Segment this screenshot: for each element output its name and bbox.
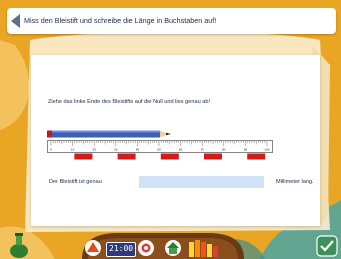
task-header: Miss den Bleistift und schreibe die Läng… [7, 8, 336, 34]
pencil[interactable] [47, 130, 173, 138]
ruler-tick-label: 10 [71, 148, 75, 152]
instruction-text: Ziehe das linke Ende des Bleistifts auf … [48, 99, 211, 105]
toolbar-tray [82, 233, 244, 259]
task-title: Miss den Bleistift und schreibe die Läng… [24, 16, 217, 25]
answer-row: Der Bleistift ist genau Millimeter lang. [49, 176, 314, 189]
eraser-icon[interactable] [84, 239, 102, 257]
clock-display: 21:00 [106, 242, 136, 257]
length-answer-input[interactable] [139, 176, 264, 188]
crayons-icon[interactable] [188, 238, 222, 258]
ruler: 0 10 20 30 40 50 60 70 80 90 100 [47, 140, 273, 160]
ruler-marker [74, 153, 93, 160]
ruler-tick-label: 30 [114, 148, 118, 152]
hint-icon[interactable] [137, 239, 155, 257]
ruler-tick-label: 90 [244, 148, 248, 152]
ruler-marker [117, 153, 136, 160]
house-icon[interactable] [164, 239, 182, 257]
bottom-toolbar: 21:00 [0, 230, 341, 259]
ruler-tick-label: 100 [264, 148, 269, 152]
back-arrow-icon[interactable] [8, 12, 22, 30]
ruler-tick-label: 60 [179, 148, 183, 152]
answer-prefix: Der Bleistift ist genau [49, 179, 102, 185]
ruler-tick-label: 80 [222, 148, 226, 152]
ruler-marker [160, 153, 179, 160]
worksheet: Ziehe das linke Ende des Bleistifts auf … [31, 55, 320, 226]
clock-text: 21:00 [109, 244, 134, 253]
ruler-tick-label: 20 [93, 148, 97, 152]
ruler-tick-label: 70 [201, 148, 205, 152]
ruler-marker [204, 153, 222, 160]
answer-suffix: Millimeter lang. [276, 179, 314, 185]
ruler-tick-label: 40 [136, 148, 140, 152]
ruler-marker [247, 153, 266, 160]
ruler-tick-label: 50 [157, 148, 161, 152]
check-icon[interactable] [316, 235, 338, 257]
bottle-icon[interactable] [8, 232, 30, 258]
